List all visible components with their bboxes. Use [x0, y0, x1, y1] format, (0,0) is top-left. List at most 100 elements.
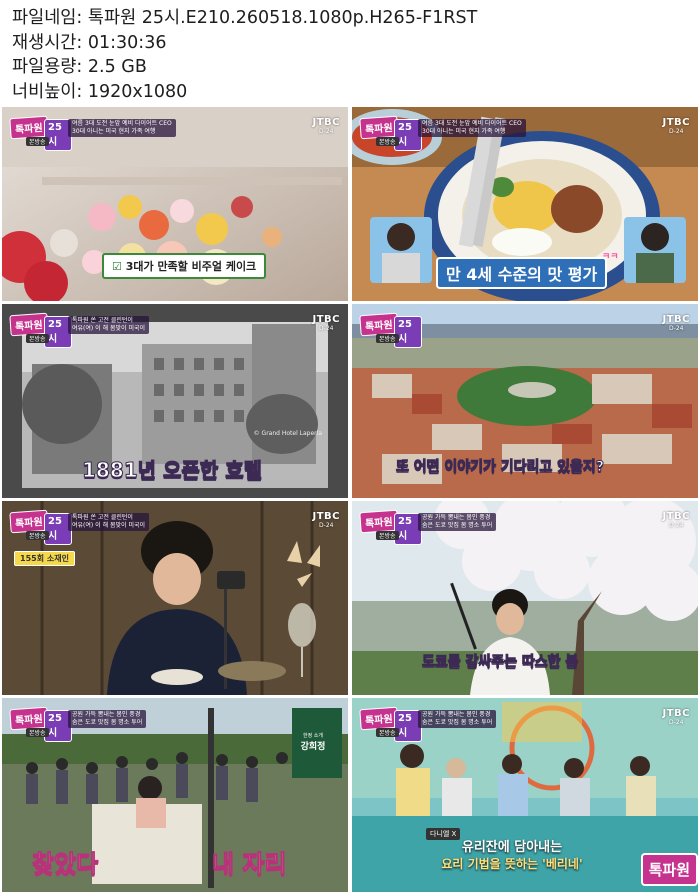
thumbnail-5[interactable]: 톡파원 25시 본방송 톡파원 쏜 고전 클린턴이 여유(여) 이 해 봄맞이 … [2, 501, 348, 695]
resolution-value: 1920x1080 [87, 81, 188, 102]
tagline-line2: 여유(여) 이 해 봄맞이 미국이 [72, 325, 146, 332]
channel-bug: JTBC D-24 [312, 314, 340, 332]
duration-row: 재생시간: 01:30:36 [12, 31, 477, 56]
file-size-row: 파일용량: 2.5 GB [12, 55, 477, 80]
episode-tagline: 공원 가득 뽐내는 봄인 풍경 숨은 도쿄 맛집 봄 명소 투어 [68, 710, 147, 728]
channel-bug: JTBC D-24 [312, 511, 340, 529]
episode-badge: 155회 소재인 [14, 551, 75, 566]
thumbnail-6[interactable]: 톡파원 25시 본방송 공원 가득 뽐내는 봄인 풍경 숨은 도쿄 맛집 봄 명… [352, 501, 698, 695]
subtitle-line1: 유리잔에 담아내는 [461, 840, 563, 855]
thumbnail-3[interactable]: 톡파원 25시 본방송 톡파원 쏜 고전 클린턴이 여유(여) 이 해 봄맞이 … [2, 304, 348, 498]
program-logo-part1: 톡파원 [9, 312, 49, 337]
channel-sub: D-24 [669, 128, 684, 135]
program-logo-sub: 본방송 [26, 728, 49, 737]
channel-sub: D-24 [669, 522, 684, 529]
tagline-line1: 톡파원 쏜 고전 클린턴이 [72, 514, 133, 521]
channel-bug: JTBC D-24 [312, 117, 340, 135]
caption-text: 도쿄를 감싸주는 따스한 봄 [421, 654, 579, 671]
channel-bug: JTBC D-24 [662, 708, 690, 726]
program-logo-part1: 톡파원 [9, 115, 49, 140]
channel-sub: D-24 [319, 128, 334, 135]
caption-text: 또 어떤 이야기가 기다리고 있을지? [396, 459, 605, 476]
tagline-line1: 공원 가득 뽐내는 봄인 풍경 [422, 711, 491, 718]
duration-value: 01:30:36 [87, 32, 167, 53]
photo-credit: © Grand Hotel Laperla [253, 430, 322, 437]
caption-right: 내 자리 [212, 850, 288, 879]
tagline-line2: 30대 아니는 미국 현지 가족 여행 [422, 128, 506, 135]
file-name-row: 파일네임: 톡파원 25시.E210.260518.1080p.H265-F1R… [12, 6, 477, 31]
program-logo-part1: 톡파원 [359, 115, 399, 140]
episode-tagline: 톡파원 쏜 고전 클린턴이 여유(여) 이 해 봄맞이 미국이 [68, 513, 150, 531]
program-logo-part1: 톡파원 [9, 509, 49, 534]
program-logo-sub: 본방송 [376, 137, 399, 146]
channel-sub: D-24 [319, 325, 334, 332]
caption-left: 찾았다 [31, 850, 99, 879]
thumbnail-4[interactable]: 톡파원 25시 본방송 JTBC D-24 또 어떤 이야기가 기다리고 있을지… [352, 304, 698, 498]
tagline-line2: 숨은 도쿄 맛집 봄 명소 투어 [422, 522, 493, 529]
episode-tagline: 톡파원 쏜 고전 클린턴이 여유(여) 이 해 봄맞이 미국이 [68, 316, 150, 334]
resolution-row: 너비높이: 1920x1080 [12, 80, 477, 105]
program-logo: 톡파원 25시 본방송 [359, 312, 422, 348]
channel-sub: D-24 [669, 719, 684, 726]
channel-name: JTBC [312, 511, 340, 522]
caption-box: ☑ 3대가 만족할 비주얼 케이크 [102, 253, 267, 279]
program-logo-part1: 톡파원 [359, 312, 399, 337]
caption-text: 만 4세 수준의 맛 평가 [446, 265, 598, 284]
tagline-line2: 30대 아니는 미국 현지 가족 여행 [72, 128, 156, 135]
thumbnail-grid: 톡파원 25시 본방송 여름 3대 도전 눈앞 예비 다이어트 CEO 30대 … [2, 107, 698, 894]
program-logo: 톡파원 25시 본방송 [359, 509, 422, 545]
program-logo: 톡파원 25시 본방송 [9, 115, 72, 151]
tagline-line2: 여유(여) 이 해 봄맞이 미국이 [72, 522, 146, 529]
corner-logo: 톡파원 [640, 853, 698, 886]
tagline-line2: 숨은 도쿄 맛집 봄 명소 투어 [422, 719, 493, 726]
program-logo: 톡파원 25시 본방송 [9, 706, 72, 742]
channel-bug: JTBC D-24 [662, 511, 690, 529]
resolution-key: 너비높이: [12, 81, 83, 102]
thumbnail-2[interactable]: 톡파원 25시 본방송 여름 3대 도전 눈앞 예비 다이어트 CEO 30대 … [352, 107, 698, 301]
tagline-line1: 여름 3대 도전 눈앞 예비 다이어트 CEO [422, 120, 522, 127]
park-sign-main: 강희정 [300, 742, 326, 752]
program-logo: 톡파원 25시 본방송 [359, 115, 422, 151]
tagline-line1: 여름 3대 도전 눈앞 예비 다이어트 CEO [72, 120, 172, 127]
program-logo: 톡파원 25시 본방송 [359, 706, 422, 742]
file-info-panel: 파일네임: 톡파원 25시.E210.260518.1080p.H265-F1R… [12, 6, 477, 104]
episode-tagline: 여름 3대 도전 눈앞 예비 다이어트 CEO 30대 아니는 미국 현지 가족… [68, 119, 176, 137]
channel-sub: D-24 [319, 522, 334, 529]
thumbnail-8[interactable]: 톡파원 25시 본방송 공원 가득 뽐내는 봄인 풍경 숨은 도쿄 맛집 봄 명… [352, 698, 698, 892]
episode-tagline: 공원 가득 뽐내는 봄인 풍경 숨은 도쿄 맛집 봄 명소 투어 [418, 710, 497, 728]
caption-accent: ㅋㅋ [602, 252, 619, 262]
caption-box: 만 4세 수준의 맛 평가 [436, 257, 608, 289]
channel-name: JTBC [662, 117, 690, 128]
park-sign-top: 한정 소개 [303, 733, 323, 739]
channel-bug: JTBC D-24 [662, 117, 690, 135]
duration-key: 재생시간: [12, 32, 83, 53]
channel-sub: D-24 [669, 325, 684, 332]
channel-name: JTBC [662, 511, 690, 522]
tagline-line2: 숨은 도쿄 맛집 봄 명소 투어 [72, 719, 143, 726]
episode-tagline: 공원 가득 뽐내는 봄인 풍경 숨은 도쿄 맛집 봄 명소 투어 [418, 513, 497, 531]
thumbnail-7[interactable]: 톡파원 25시 본방송 공원 가득 뽐내는 봄인 풍경 숨은 도쿄 맛집 봄 명… [2, 698, 348, 892]
caption-text: 1881년 오픈한 호텔 [82, 458, 263, 483]
program-logo: 톡파원 25시 본방송 [9, 509, 72, 545]
checkbox-icon: ☑ [112, 260, 122, 273]
channel-name: JTBC [662, 708, 690, 719]
file-size-key: 파일용량: [12, 57, 83, 77]
caption-text: 3대가 만족할 비주얼 케이크 [125, 260, 257, 273]
channel-name: JTBC [312, 117, 340, 128]
channel-name: JTBC [662, 314, 690, 325]
file-size-value: 2.5 GB [87, 57, 147, 77]
thumbnail-1[interactable]: 톡파원 25시 본방송 여름 3대 도전 눈앞 예비 다이어트 CEO 30대 … [2, 107, 348, 301]
channel-bug: JTBC D-24 [662, 314, 690, 332]
program-logo-part1: 톡파원 [9, 706, 49, 731]
program-logo-part1: 톡파원 [359, 706, 399, 731]
channel-name: JTBC [312, 314, 340, 325]
program-logo-part1: 톡파원 [359, 509, 399, 534]
file-name-value: 톡파원 25시.E210.260518.1080p.H265-F1RST [87, 8, 478, 28]
program-logo-part2: 25시 [394, 316, 422, 348]
tagline-line1: 톡파원 쏜 고전 클린턴이 [72, 317, 133, 324]
program-logo-sub: 본방송 [26, 334, 49, 343]
file-name-key: 파일네임: [12, 8, 83, 28]
speaker-label: 다니엘 X [426, 828, 461, 840]
program-logo-sub: 본방송 [26, 531, 49, 540]
program-logo-sub: 본방송 [376, 334, 399, 343]
